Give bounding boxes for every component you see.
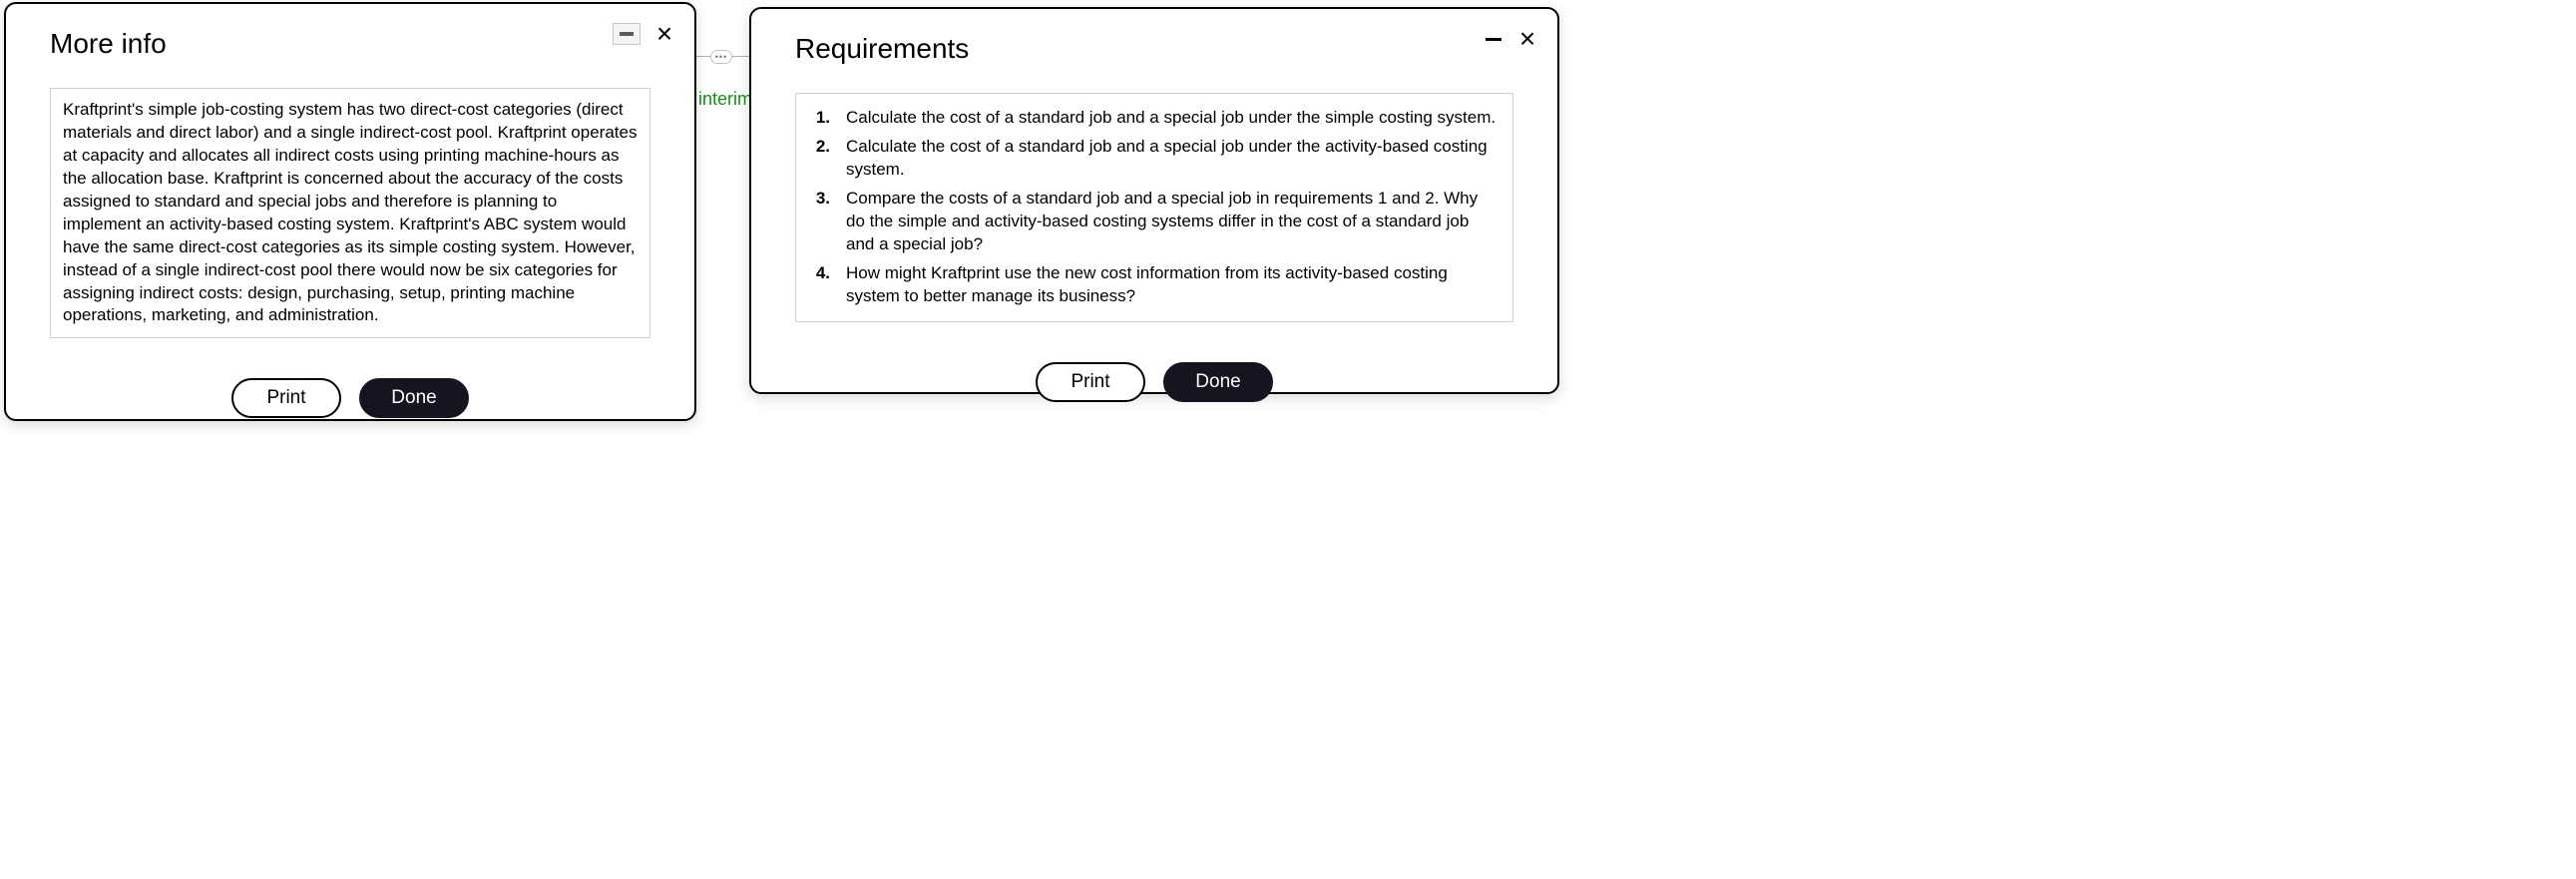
requirements-body: 1. Calculate the cost of a standard job … <box>751 73 1557 334</box>
requirement-number: 3. <box>808 188 830 211</box>
requirement-text: How might Kraftprint use the new cost in… <box>846 262 1501 308</box>
requirements-footer: Print Done <box>751 334 1557 426</box>
done-button[interactable]: Done <box>359 378 469 418</box>
requirements-list: 1. Calculate the cost of a standard job … <box>808 104 1501 311</box>
close-icon: × <box>1519 25 1535 53</box>
close-icon: × <box>656 20 672 48</box>
requirement-item: 1. Calculate the cost of a standard job … <box>808 104 1501 133</box>
minimize-icon <box>1486 38 1502 41</box>
minimize-button[interactable] <box>613 23 641 45</box>
background-interim-text: interim <box>698 89 752 110</box>
requirement-number: 2. <box>808 136 830 159</box>
requirement-item: 3. Compare the costs of a standard job a… <box>808 185 1501 259</box>
requirement-text: Compare the costs of a standard job and … <box>846 188 1501 256</box>
close-button[interactable]: × <box>1513 25 1541 53</box>
more-info-content: Kraftprint's simple job-costing system h… <box>50 88 650 338</box>
minimize-button[interactable] <box>1484 29 1503 49</box>
requirement-number: 1. <box>808 107 830 130</box>
done-button[interactable]: Done <box>1163 362 1273 402</box>
close-button[interactable]: × <box>650 20 678 48</box>
dialog-connector: ••• <box>692 47 749 67</box>
more-info-title: More info <box>50 28 666 60</box>
requirements-header: Requirements × <box>751 9 1557 73</box>
requirement-text: Calculate the cost of a standard job and… <box>846 136 1501 182</box>
print-button[interactable]: Print <box>231 378 341 418</box>
more-info-header: More info × <box>6 4 694 68</box>
more-info-footer: Print Done <box>6 350 694 442</box>
requirements-dialog: Requirements × 1. Calculate the cost of … <box>749 7 1559 394</box>
requirement-item: 2. Calculate the cost of a standard job … <box>808 133 1501 185</box>
requirement-text: Calculate the cost of a standard job and… <box>846 107 1501 130</box>
requirement-item: 4. How might Kraftprint use the new cost… <box>808 259 1501 311</box>
requirements-title: Requirements <box>795 33 1529 65</box>
more-info-dialog: More info × Kraftprint's simple job-cost… <box>4 2 696 421</box>
print-button[interactable]: Print <box>1036 362 1145 402</box>
more-info-body: Kraftprint's simple job-costing system h… <box>6 68 694 350</box>
requirements-content: 1. Calculate the cost of a standard job … <box>795 93 1513 322</box>
connector-handle[interactable]: ••• <box>710 50 732 64</box>
more-info-window-controls: × <box>613 20 678 48</box>
requirements-window-controls: × <box>1484 25 1541 53</box>
requirement-number: 4. <box>808 262 830 285</box>
minimize-icon <box>620 32 634 36</box>
